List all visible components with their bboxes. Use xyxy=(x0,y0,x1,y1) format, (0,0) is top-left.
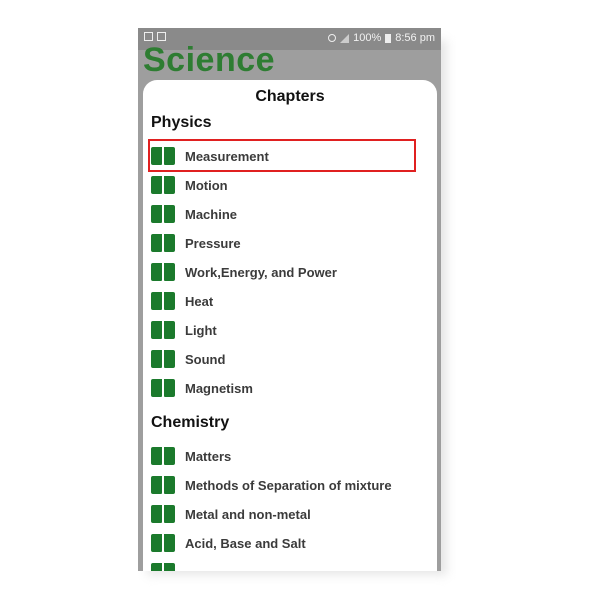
book-icon xyxy=(151,205,175,223)
chapter-label: Light xyxy=(185,322,217,338)
chapter-item-heat[interactable]: Heat xyxy=(151,287,417,315)
book-icon xyxy=(151,263,175,281)
book-icon xyxy=(151,234,175,252)
chapter-item-separation-of-mixture[interactable]: Methods of Separation of mixture xyxy=(151,471,417,499)
chapter-label: Machine xyxy=(185,206,238,222)
book-icon xyxy=(151,563,175,571)
book-icon xyxy=(151,379,175,397)
clock: 8:56 pm xyxy=(395,32,435,44)
chapter-item-matters[interactable]: Matters xyxy=(151,442,417,470)
chapter-item-pressure[interactable]: Pressure xyxy=(151,229,417,257)
book-icon xyxy=(151,176,175,194)
book-icon xyxy=(151,350,175,368)
phone-screen: 100% 8:56 pm Science Chapters Physics Me… xyxy=(138,28,441,571)
message-notification-icon xyxy=(157,32,166,41)
book-icon xyxy=(151,505,175,523)
chapter-label: Motion xyxy=(185,177,228,193)
chapter-item-light[interactable]: Light xyxy=(151,316,417,344)
chapter-label: Magnetism xyxy=(185,380,253,396)
app-title: Science xyxy=(143,41,276,79)
chapter-item-acid-base-salt[interactable]: Acid, Base and Salt xyxy=(151,529,417,557)
book-icon xyxy=(151,321,175,339)
image-notification-icon xyxy=(144,32,153,41)
chapter-item-partial[interactable] xyxy=(151,558,417,571)
chapter-label: Matters xyxy=(185,448,232,464)
chapter-label: Metal and non-metal xyxy=(185,506,311,522)
chapter-label: Heat xyxy=(185,293,214,309)
chapter-label: Methods of Separation of mixture xyxy=(185,477,392,493)
panel-title: Chapters xyxy=(255,88,325,105)
book-icon xyxy=(151,476,175,494)
chapter-item-work-energy-power[interactable]: Work,Energy, and Power xyxy=(151,258,417,286)
chapter-label: Work,Energy, and Power xyxy=(185,264,337,280)
highlight-box xyxy=(148,139,416,172)
chapter-item-magnetism[interactable]: Magnetism xyxy=(151,374,417,402)
chapter-item-machine[interactable]: Machine xyxy=(151,200,417,228)
section-title-physics: Physics xyxy=(151,114,212,131)
battery-icon xyxy=(385,33,392,43)
chapter-item-metal-non-metal[interactable]: Metal and non-metal xyxy=(151,500,417,528)
signal-icon xyxy=(340,33,350,43)
chapter-item-motion[interactable]: Motion xyxy=(151,171,417,199)
section-title-chemistry: Chemistry xyxy=(151,414,230,431)
chapter-item-sound[interactable]: Sound xyxy=(151,345,417,373)
battery-percent: 100% xyxy=(353,32,382,44)
book-icon xyxy=(151,534,175,552)
book-icon xyxy=(151,292,175,310)
chapter-label: Pressure xyxy=(185,235,241,251)
alarm-icon xyxy=(328,34,337,42)
chapter-label: Acid, Base and Salt xyxy=(185,535,306,551)
chapter-label: Sound xyxy=(185,351,226,367)
book-icon xyxy=(151,447,175,465)
